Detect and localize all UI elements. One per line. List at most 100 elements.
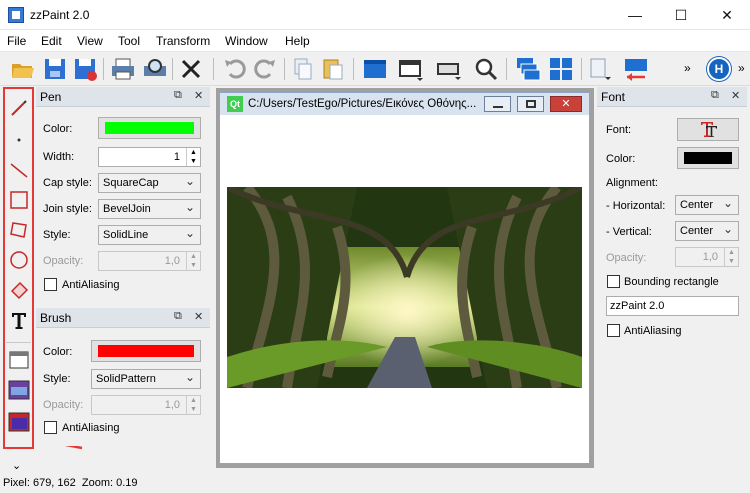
layers-tool-icon[interactable]	[8, 411, 30, 433]
horizontal-label: - Horizontal:	[606, 200, 666, 212]
pen-dock: Pen ⧉ ✕ Color: Width: 1 ▲ ▼ Cap style: Squ…	[36, 87, 210, 303]
menu-help[interactable]: Help	[285, 34, 310, 48]
brush-color-button[interactable]	[91, 340, 201, 362]
menu-tool[interactable]: Tool	[118, 34, 140, 48]
font-opacity-spinbox[interactable]: 1,0 ▲ ▼	[675, 247, 739, 267]
print-icon[interactable]	[110, 56, 136, 82]
vertical-align-select[interactable]: Center	[675, 221, 739, 241]
pen-opacity-spinbox[interactable]: 1,0 ▲ ▼	[98, 251, 201, 271]
font-dock-header: Font ⧉ ✕	[597, 87, 747, 107]
zoom-icon[interactable]	[473, 56, 499, 82]
pen-join-select[interactable]: BevelJoin	[98, 199, 201, 219]
redo-icon[interactable]	[252, 56, 278, 82]
subwindow-restore-icon[interactable]	[517, 96, 544, 112]
window-dropdown-icon[interactable]	[398, 56, 424, 82]
tile-windows-icon[interactable]	[548, 56, 574, 82]
status-text: Pixel: 679, 162 Zoom: 0.19	[3, 477, 138, 489]
font-color-button[interactable]	[677, 147, 739, 169]
subwindow-close-icon[interactable]: ✕	[550, 96, 582, 112]
pen-antialias-checkbox[interactable]	[44, 278, 57, 291]
undo-icon[interactable]	[222, 56, 248, 82]
pen-color-swatch	[105, 122, 194, 134]
brush-dock-title: Brush	[40, 311, 72, 325]
brush-color-label: Color:	[43, 346, 73, 358]
subwindow-minimize-icon[interactable]	[484, 96, 511, 112]
line-tool-icon[interactable]	[8, 159, 30, 181]
dock-float-icon[interactable]: ⧉	[711, 89, 719, 102]
rectangle-tool-icon[interactable]	[8, 189, 30, 211]
toolbar-separator	[284, 58, 285, 80]
new-window-icon[interactable]	[362, 56, 388, 82]
menu-window[interactable]: Window	[225, 34, 268, 48]
horizontal-align-select[interactable]: Center	[675, 195, 739, 215]
spin-arrows-icon[interactable]: ▲ ▼	[186, 252, 200, 270]
menu-transform[interactable]: Transform	[156, 34, 210, 48]
pen-style-label: Style:	[43, 229, 71, 241]
canvas-dropdown-icon[interactable]	[436, 56, 462, 82]
toolbar-separator	[353, 58, 354, 80]
toolbar-separator	[103, 58, 104, 80]
spin-arrows-icon[interactable]: ▲ ▼	[186, 396, 200, 414]
dock-float-icon[interactable]: ⧉	[174, 89, 182, 102]
brush-antialias-checkbox[interactable]	[44, 421, 57, 434]
document-dropdown-icon[interactable]	[587, 56, 613, 82]
font-color-swatch	[684, 152, 732, 164]
paste-icon[interactable]	[320, 56, 346, 82]
dock-float-icon[interactable]: ⧉	[174, 310, 182, 323]
window-arrow-icon[interactable]	[623, 56, 649, 82]
window-tool-icon[interactable]	[8, 349, 30, 371]
font-antialias-label: AntiAliasing	[624, 325, 682, 337]
text-input[interactable]: zzPaint 2.0	[606, 296, 739, 316]
ellipse-tool-icon[interactable]	[8, 249, 30, 271]
dock-close-icon[interactable]: ✕	[194, 310, 203, 323]
bounding-rect-checkbox[interactable]	[607, 275, 620, 288]
brush-style-select[interactable]: SolidPattern	[91, 369, 201, 389]
pen-width-spinbox[interactable]: 1 ▲ ▼	[98, 147, 201, 167]
exit-icon[interactable]	[178, 56, 204, 82]
copy-icon[interactable]	[290, 56, 316, 82]
toolbar-overflow-icon-2[interactable]: »	[738, 61, 745, 75]
text-tool-icon[interactable]	[8, 309, 30, 331]
spin-arrows-icon[interactable]: ▲ ▼	[186, 148, 200, 166]
font-select-button[interactable]	[677, 118, 739, 141]
pen-tool-icon[interactable]	[8, 97, 30, 119]
help-icon[interactable]: H	[707, 57, 731, 81]
toolbar-separator	[213, 58, 214, 80]
font-antialias-checkbox[interactable]	[607, 324, 620, 337]
pen-color-button[interactable]	[98, 117, 201, 139]
spin-arrows-icon[interactable]: ▲ ▼	[724, 248, 738, 266]
toolbar-overflow-icon[interactable]: »	[684, 61, 691, 75]
save-as-icon[interactable]	[72, 56, 98, 82]
brush-antialias-label: AntiAliasing	[62, 422, 120, 434]
brush-opacity-spinbox[interactable]: 1,0 ▲ ▼	[91, 395, 201, 415]
cascade-windows-icon[interactable]	[515, 56, 541, 82]
open-folder-icon[interactable]	[10, 56, 36, 82]
save-icon[interactable]	[42, 56, 68, 82]
pen-dock-header: Pen ⧉ ✕	[36, 87, 210, 107]
close-button[interactable]: ✕	[704, 0, 750, 30]
menu-view[interactable]: View	[77, 34, 103, 48]
minimize-button[interactable]: —	[612, 0, 658, 30]
tree-tunnel-photo	[227, 187, 582, 388]
subwindow-titlebar[interactable]: Qt C:/Users/TestEgo/Pictures/Εικόνες Οθό…	[220, 93, 589, 115]
brush-style-label: Style:	[43, 373, 71, 385]
more-tools-icon[interactable]: ⌄	[12, 459, 21, 472]
print-preview-icon[interactable]	[142, 56, 168, 82]
dock-close-icon[interactable]: ✕	[194, 89, 203, 102]
format-tool-icon[interactable]	[8, 379, 30, 401]
point-tool-icon[interactable]	[8, 129, 30, 151]
pen-cap-select[interactable]: SquareCap	[98, 173, 201, 193]
menu-edit[interactable]: Edit	[41, 34, 62, 48]
tools-divider	[6, 342, 31, 343]
pen-width-label: Width:	[43, 151, 75, 163]
menu-file[interactable]: File	[7, 34, 26, 48]
polygon-tool-icon[interactable]	[8, 219, 30, 241]
pen-cap-label: Cap style:	[43, 177, 92, 189]
brush-dock: Brush ⧉ ✕ Color: Style: SolidPattern Opa…	[36, 308, 210, 446]
dock-close-icon[interactable]: ✕	[731, 89, 740, 102]
pen-antialias-label: AntiAliasing	[62, 279, 120, 291]
pen-style-select[interactable]: SolidLine	[98, 225, 201, 245]
font-icon	[701, 122, 717, 137]
eraser-tool-icon[interactable]	[8, 279, 30, 301]
maximize-button[interactable]: ☐	[658, 0, 704, 30]
